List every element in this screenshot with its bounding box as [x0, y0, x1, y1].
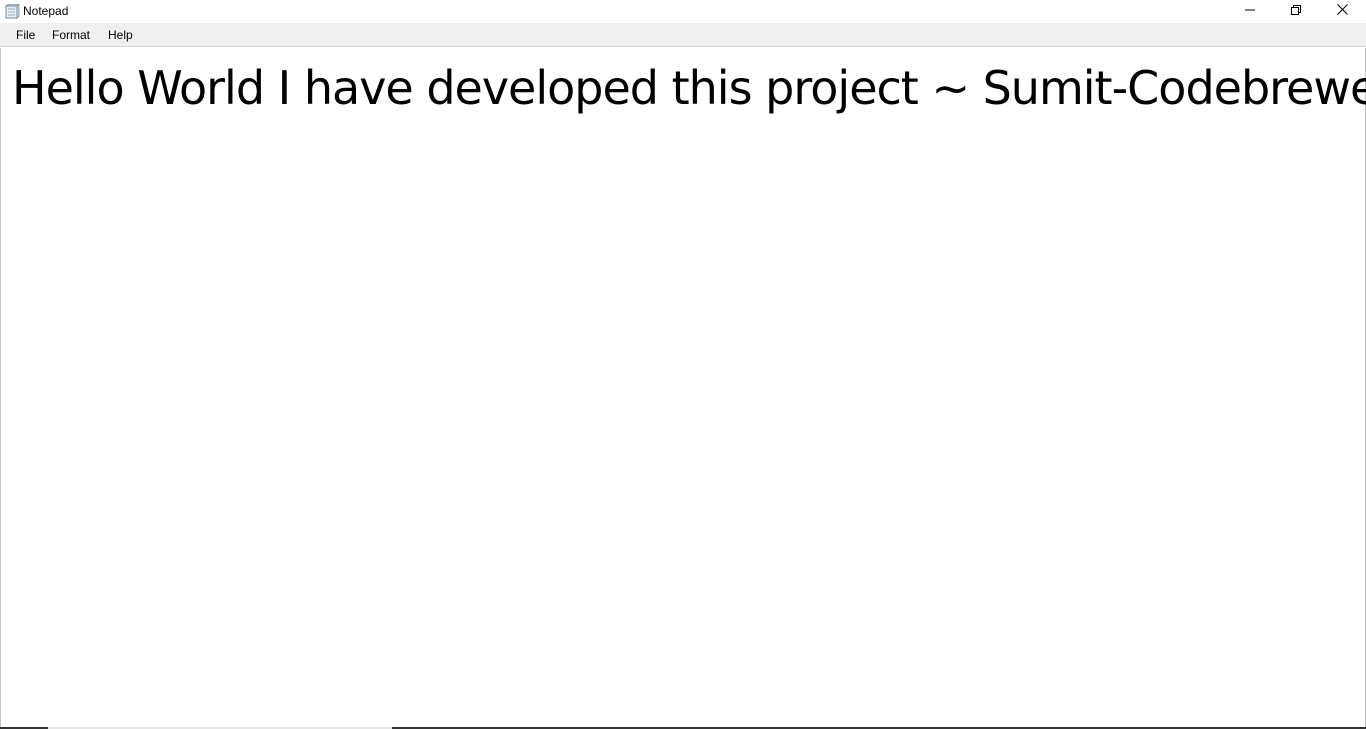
title-bar[interactable]: Notepad [0, 0, 1366, 23]
text-editor[interactable]: Hello World I have developed this projec… [0, 48, 1366, 729]
menu-file[interactable]: File [16, 28, 35, 42]
close-icon [1336, 2, 1348, 20]
editor-content[interactable]: Hello World I have developed this projec… [12, 60, 1366, 116]
menu-bar: File Format Help [0, 23, 1366, 47]
close-button[interactable] [1319, 0, 1365, 22]
menu-format[interactable]: Format [52, 28, 90, 42]
restore-button[interactable] [1273, 0, 1319, 22]
notepad-window: Notepad File Format Help Hello World I h… [0, 0, 1366, 729]
window-title: Notepad [23, 4, 69, 18]
menu-help[interactable]: Help [108, 28, 133, 42]
notepad-icon [4, 3, 20, 19]
minimize-button[interactable] [1227, 0, 1273, 22]
restore-icon [1291, 2, 1301, 20]
minimize-icon [1245, 2, 1255, 20]
